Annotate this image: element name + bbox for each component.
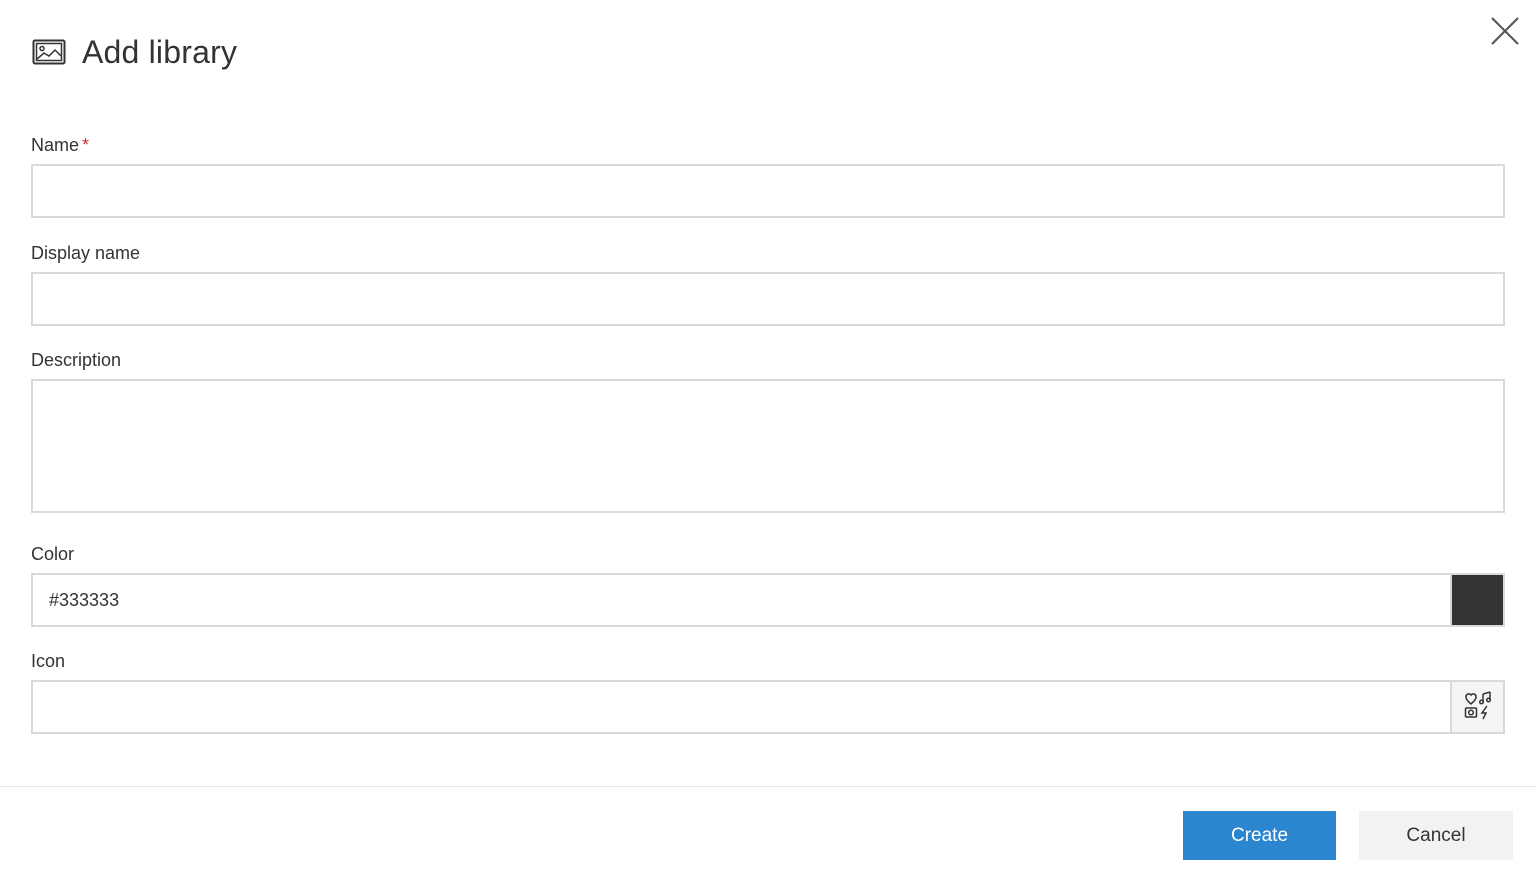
name-input[interactable]	[31, 164, 1505, 218]
description-label: Description	[31, 350, 122, 370]
icon-picker-icon	[1463, 690, 1493, 725]
color-label: Color	[31, 544, 75, 564]
add-library-dialog: Add library Name * Display name Descripti…	[0, 0, 1536, 883]
name-label-text: Name	[31, 135, 80, 155]
icon-input[interactable]	[31, 680, 1452, 734]
cancel-button[interactable]: Cancel	[1359, 811, 1513, 860]
color-swatch[interactable]	[1451, 573, 1505, 627]
required-marker: *	[82, 135, 90, 155]
close-icon	[1489, 15, 1521, 52]
dialog-title: Add library	[82, 33, 238, 70]
create-button[interactable]: Create	[1183, 811, 1336, 860]
icon-picker-button[interactable]	[1451, 680, 1505, 734]
display-name-label: Display name	[31, 243, 141, 263]
description-textarea[interactable]	[31, 379, 1505, 513]
name-label: Name *	[31, 135, 89, 156]
dialog-header: Add library	[32, 30, 237, 74]
icon-label: Icon	[31, 651, 66, 671]
close-button[interactable]	[1488, 16, 1522, 50]
footer-divider	[0, 786, 1536, 787]
display-name-input[interactable]	[31, 272, 1505, 326]
image-icon	[32, 39, 66, 65]
color-input[interactable]	[31, 573, 1452, 627]
